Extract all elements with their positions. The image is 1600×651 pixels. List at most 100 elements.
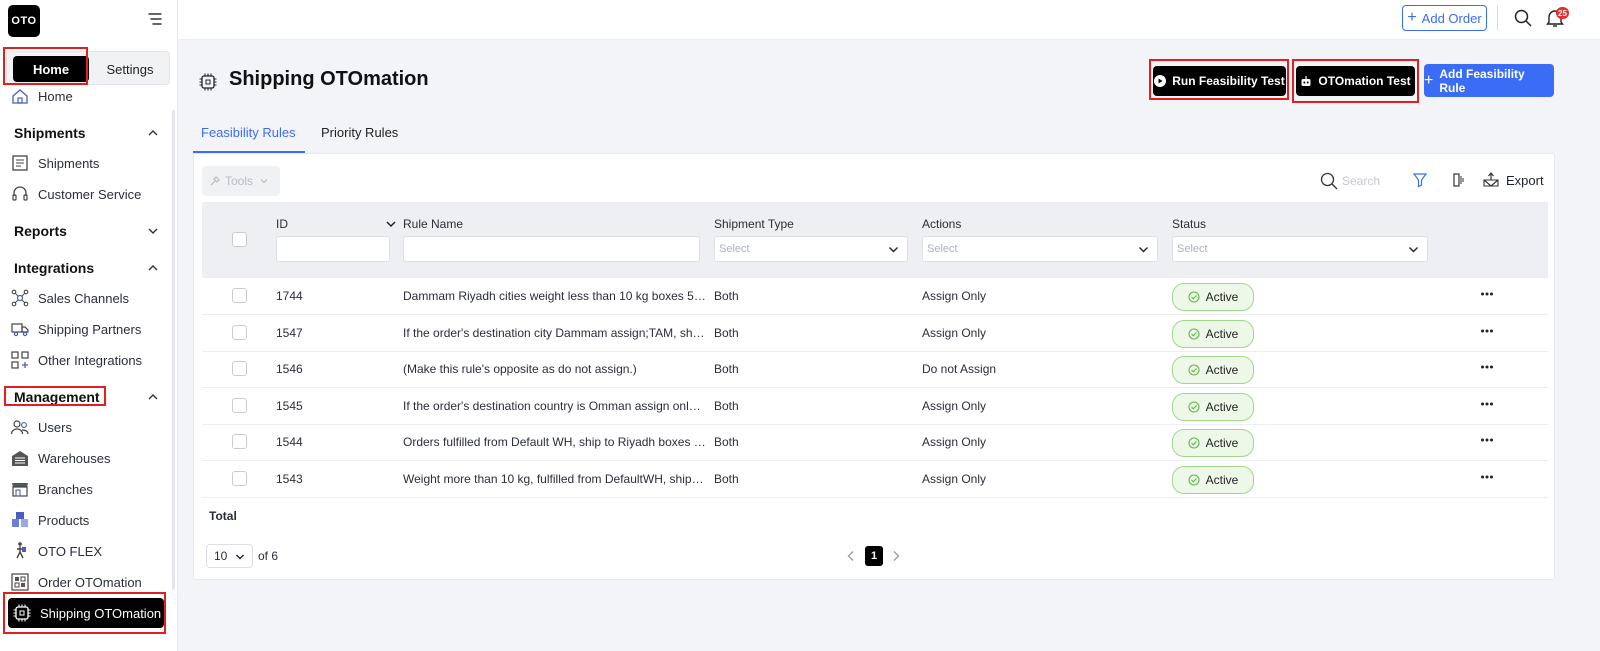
- table-search[interactable]: Search: [1320, 171, 1380, 191]
- status-badge: Active: [1172, 356, 1254, 384]
- filter-icon[interactable]: [1412, 172, 1428, 188]
- shipment-type-select[interactable]: Select: [714, 236, 908, 262]
- column-header-id[interactable]: ID: [276, 217, 288, 231]
- tab-priority-rules[interactable]: Priority Rules: [321, 125, 398, 153]
- walker-icon: [16, 542, 26, 559]
- chevron-down-icon[interactable]: [385, 218, 397, 230]
- sidebar-item-warehouses[interactable]: Warehouses: [10, 446, 111, 470]
- sidebar-item-order-otomation[interactable]: Order OTOmation: [10, 570, 142, 594]
- otomation-test-button[interactable]: OTOmation Test: [1296, 66, 1415, 96]
- more-options-icon[interactable]: [1480, 328, 1494, 334]
- chevron-down-icon: [1409, 247, 1418, 253]
- check-circle-icon: [1188, 291, 1200, 303]
- sidebar-section-integrations[interactable]: Integrations: [14, 257, 160, 279]
- more-options-icon[interactable]: [1480, 364, 1494, 370]
- otomation-test-label: OTOmation Test: [1318, 74, 1411, 88]
- topbar-divider: [1497, 6, 1498, 30]
- table-row[interactable]: 1546 (Make this rule's opposite as do no…: [202, 351, 1548, 388]
- sidebar-section-management[interactable]: Management: [14, 386, 160, 408]
- cell-rule-name[interactable]: Weight more than 10 kg, fulfilled from D…: [403, 472, 706, 486]
- more-options-icon[interactable]: [1480, 474, 1494, 480]
- column-header-status[interactable]: Status: [1172, 217, 1206, 231]
- more-options-icon[interactable]: [1480, 291, 1494, 297]
- status-label: Active: [1205, 290, 1239, 304]
- cell-rule-name[interactable]: Orders fulfilled from Default WH, ship t…: [403, 435, 706, 449]
- status-label: Active: [1205, 473, 1239, 487]
- sidebar-item-products[interactable]: Products: [10, 508, 89, 532]
- row-checkbox[interactable]: [232, 361, 247, 376]
- id-filter-input[interactable]: [276, 236, 390, 262]
- tools-dropdown[interactable]: Tools: [202, 166, 280, 196]
- cell-id: 1544: [276, 435, 303, 449]
- page-size-select[interactable]: 10: [206, 544, 253, 568]
- table-row[interactable]: 1543 Weight more than 10 kg, fulfilled f…: [202, 461, 1548, 498]
- run-feasibility-label: Run Feasibility Test: [1172, 74, 1285, 88]
- row-checkbox[interactable]: [232, 434, 247, 449]
- chip-icon: [13, 604, 31, 622]
- export-icon: [1483, 172, 1499, 187]
- section-label: Integrations: [14, 260, 95, 276]
- sidebar-item-label: Customer Service: [38, 186, 142, 202]
- sidebar-item-users[interactable]: Users: [10, 415, 72, 439]
- oto-logo[interactable]: OTO: [8, 5, 40, 37]
- more-options-icon[interactable]: [1480, 401, 1494, 407]
- export-button[interactable]: Export: [1482, 172, 1544, 188]
- row-checkbox[interactable]: [232, 325, 247, 340]
- sidebar-item-home[interactable]: Home: [10, 84, 73, 108]
- cell-rule-name[interactable]: If the order's destination country is Om…: [403, 399, 706, 413]
- add-feasibility-rule-button[interactable]: + Add Feasibility Rule: [1424, 64, 1554, 97]
- columns-icon[interactable]: [1450, 172, 1466, 188]
- products-icon: [12, 512, 28, 527]
- sidebar-section-shipments[interactable]: Shipments: [14, 122, 160, 144]
- rule-name-filter-input[interactable]: [403, 236, 700, 262]
- row-checkbox[interactable]: [232, 398, 247, 413]
- table-row[interactable]: 1544 Orders fulfilled from Default WH, s…: [202, 424, 1548, 461]
- page-size-value: 10: [214, 549, 228, 563]
- chevron-down-icon: [236, 554, 244, 560]
- row-checkbox[interactable]: [232, 288, 247, 303]
- sidebar-item-shipping-partners[interactable]: Shipping Partners: [10, 317, 141, 341]
- plus-icon: +: [1407, 9, 1417, 26]
- truck-icon: [11, 323, 29, 337]
- add-order-button[interactable]: + Add Order: [1402, 5, 1487, 31]
- sidebar-item-shipping-otomation[interactable]: Shipping OTOmation: [8, 598, 164, 628]
- sidebar-item-label: OTO FLEX: [38, 543, 103, 559]
- run-feasibility-test-button[interactable]: Run Feasibility Test: [1153, 66, 1286, 96]
- sidebar-item-other-integrations[interactable]: Other Integrations: [10, 348, 142, 372]
- select-all-checkbox[interactable]: [232, 232, 247, 247]
- cell-rule-name[interactable]: (Make this rule's opposite as do not ass…: [403, 362, 706, 376]
- sidebar-tab-home[interactable]: Home: [13, 56, 89, 82]
- chevron-up-icon: [148, 265, 158, 271]
- column-header-actions[interactable]: Actions: [922, 217, 961, 231]
- cell-rule-name[interactable]: Dammam Riyadh cities weight less than 10…: [403, 289, 706, 303]
- row-checkbox[interactable]: [232, 471, 247, 486]
- actions-select[interactable]: Select: [922, 236, 1158, 262]
- sidebar-item-label: Warehouses: [38, 450, 111, 466]
- more-options-icon[interactable]: [1480, 437, 1494, 443]
- table-row[interactable]: 1545 If the order's destination country …: [202, 388, 1548, 425]
- sidebar-section-reports[interactable]: Reports: [14, 220, 160, 242]
- sidebar-scrollbar[interactable]: [172, 110, 175, 590]
- sidebar-item-oto-flex[interactable]: OTO FLEX: [10, 539, 102, 563]
- page-button-current[interactable]: 1: [865, 546, 883, 566]
- chevron-left-icon[interactable]: [846, 550, 856, 562]
- chevron-right-icon[interactable]: [891, 550, 901, 562]
- sidebar-item-branches[interactable]: Branches: [10, 477, 93, 501]
- home-icon: [12, 89, 28, 104]
- status-select[interactable]: Select: [1172, 236, 1428, 262]
- play-icon: [1154, 75, 1167, 87]
- add-order-label: Add Order: [1421, 10, 1482, 26]
- table-row[interactable]: 1547 If the order's destination city Dam…: [202, 315, 1548, 352]
- collapse-menu-icon[interactable]: [148, 13, 162, 25]
- column-header-shipment-type[interactable]: Shipment Type: [714, 217, 794, 231]
- column-header-rule-name[interactable]: Rule Name: [403, 217, 463, 231]
- sidebar-item-shipments[interactable]: Shipments: [10, 151, 99, 175]
- search-icon[interactable]: [1514, 9, 1532, 27]
- sidebar-tab-settings[interactable]: Settings: [93, 56, 167, 82]
- tab-feasibility-rules[interactable]: Feasibility Rules: [201, 125, 296, 153]
- sidebar-item-customer-service[interactable]: Customer Service: [10, 182, 141, 206]
- sidebar-item-sales-channels[interactable]: Sales Channels: [10, 286, 129, 310]
- cell-rule-name[interactable]: If the order's destination city Dammam a…: [403, 326, 706, 340]
- table-row[interactable]: 1744 Dammam Riyadh cities weight less th…: [202, 278, 1548, 315]
- sidebar-item-label: Products: [38, 512, 90, 528]
